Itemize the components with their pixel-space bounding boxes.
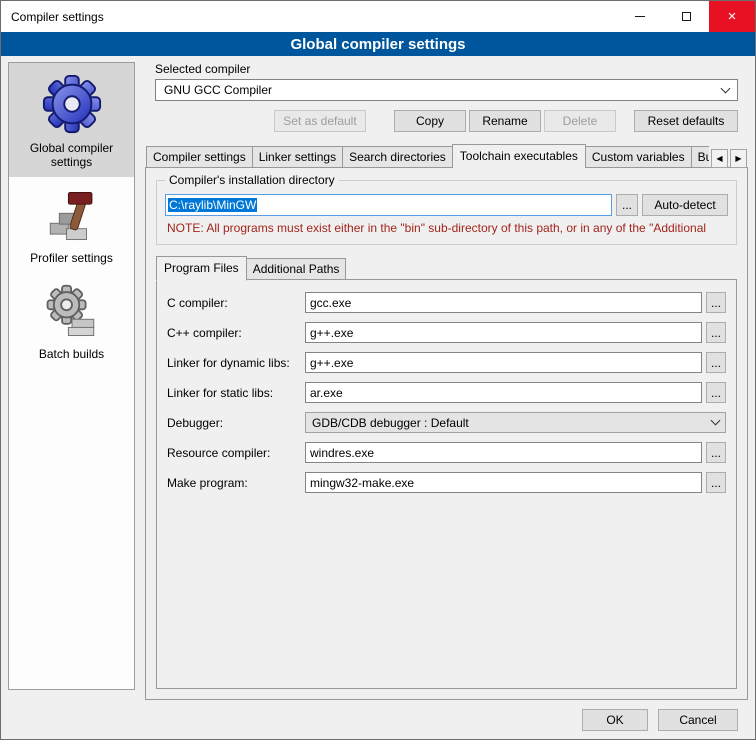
- title-bar: Compiler settings ×: [1, 1, 755, 32]
- dialog-footer: OK Cancel: [145, 709, 738, 731]
- chevron-down-icon: [721, 83, 731, 93]
- maximize-icon: [682, 12, 691, 21]
- executables-subtabs: Program Files Additional Paths: [156, 256, 747, 280]
- sidebar-item-batch-builds[interactable]: Batch builds: [9, 273, 134, 369]
- c-compiler-label: C compiler:: [167, 296, 301, 310]
- bin-subdirectory-note: NOTE: All programs must exist either in …: [167, 221, 728, 235]
- installation-directory-value: C:\raylib\MinGW: [168, 198, 257, 212]
- installation-directory-label: Compiler's installation directory: [165, 173, 339, 187]
- tabs-scroller: Compiler settings Linker settings Search…: [146, 144, 709, 168]
- toolchain-executables-page: Compiler's installation directory C:\ray…: [145, 167, 748, 700]
- tab-build-options[interactable]: Build options: [691, 146, 709, 168]
- cpp-compiler-label: C++ compiler:: [167, 326, 301, 340]
- form-row: Debugger: GDB/CDB debugger : Default: [167, 412, 726, 433]
- arrow-right-icon: ▶: [735, 154, 741, 163]
- tab-custom-variables[interactable]: Custom variables: [585, 146, 692, 168]
- ok-button[interactable]: OK: [582, 709, 648, 731]
- main-panel: Selected compiler GNU GCC Compiler Set a…: [145, 60, 748, 731]
- make-program-browse-button[interactable]: ...: [706, 472, 726, 493]
- subtab-additional-paths[interactable]: Additional Paths: [246, 258, 347, 280]
- resource-compiler-input[interactable]: [305, 442, 702, 463]
- compiler-settings-dialog: Compiler settings × Global compiler sett…: [0, 0, 756, 740]
- resource-compiler-label: Resource compiler:: [167, 446, 301, 460]
- cpp-compiler-browse-button[interactable]: ...: [706, 322, 726, 343]
- arrow-left-icon: ◀: [716, 154, 722, 163]
- static-linker-input[interactable]: [305, 382, 702, 403]
- program-files-page: C compiler: ... C++ compiler: ... Linker…: [156, 279, 737, 689]
- dialog-header: Global compiler settings: [1, 32, 755, 56]
- form-row: C++ compiler: ...: [167, 322, 726, 343]
- compiler-select-value: GNU GCC Compiler: [164, 83, 272, 97]
- c-compiler-browse-button[interactable]: ...: [706, 292, 726, 313]
- dynamic-linker-label: Linker for dynamic libs:: [167, 356, 301, 370]
- static-linker-browse-button[interactable]: ...: [706, 382, 726, 403]
- form-row: Linker for static libs: ...: [167, 382, 726, 403]
- set-as-default-button: Set as default: [274, 110, 366, 132]
- installation-directory-browse-button[interactable]: ...: [616, 194, 638, 216]
- minimize-button[interactable]: [617, 1, 663, 32]
- auto-detect-button[interactable]: Auto-detect: [642, 194, 728, 216]
- tab-toolchain-executables[interactable]: Toolchain executables: [452, 144, 586, 168]
- window-title: Compiler settings: [1, 10, 104, 24]
- sidebar-item-label: Batch builds: [39, 347, 104, 361]
- compiler-actions: Set as default Copy Rename Delete Reset …: [155, 110, 738, 132]
- form-row: Linker for dynamic libs: ...: [167, 352, 726, 373]
- form-row: C compiler: ...: [167, 292, 726, 313]
- debugger-select-value: GDB/CDB debugger : Default: [312, 416, 469, 430]
- debugger-label: Debugger:: [167, 416, 301, 430]
- rename-button[interactable]: Rename: [469, 110, 541, 132]
- tab-scroll-right-button[interactable]: ▶: [730, 149, 747, 168]
- form-row: Make program: ...: [167, 472, 726, 493]
- close-icon: ×: [728, 8, 737, 25]
- tab-scroll-left-button[interactable]: ◀: [711, 149, 728, 168]
- tab-compiler-settings[interactable]: Compiler settings: [146, 146, 253, 168]
- settings-tabs: Compiler settings Linker settings Search…: [146, 144, 747, 168]
- minimize-icon: [635, 16, 645, 17]
- close-button[interactable]: ×: [709, 1, 755, 32]
- sidebar-item-label: Global compiler settings: [13, 141, 130, 169]
- blue-gear-icon: [41, 73, 103, 135]
- sidebar-item-global-compiler-settings[interactable]: Global compiler settings: [9, 63, 134, 177]
- static-linker-label: Linker for static libs:: [167, 386, 301, 400]
- make-program-input[interactable]: [305, 472, 702, 493]
- dynamic-linker-browse-button[interactable]: ...: [706, 352, 726, 373]
- debugger-select[interactable]: GDB/CDB debugger : Default: [305, 412, 726, 433]
- cancel-button[interactable]: Cancel: [658, 709, 738, 731]
- dynamic-linker-input[interactable]: [305, 352, 702, 373]
- delete-button: Delete: [544, 110, 616, 132]
- form-row: Resource compiler: ...: [167, 442, 726, 463]
- gray-gears-icon: [43, 283, 101, 341]
- c-compiler-input[interactable]: [305, 292, 702, 313]
- profiler-hammer-icon: [43, 187, 101, 245]
- cpp-compiler-input[interactable]: [305, 322, 702, 343]
- maximize-button[interactable]: [663, 1, 709, 32]
- sidebar-item-profiler-settings[interactable]: Profiler settings: [9, 177, 134, 273]
- selected-compiler-label: Selected compiler: [155, 62, 748, 76]
- compiler-select[interactable]: GNU GCC Compiler: [155, 79, 738, 101]
- settings-category-list: Global compiler settings Profiler settin…: [8, 62, 135, 690]
- chevron-down-icon: [711, 416, 721, 426]
- installation-directory-input[interactable]: C:\raylib\MinGW: [165, 194, 612, 216]
- tab-search-directories[interactable]: Search directories: [342, 146, 453, 168]
- reset-defaults-button[interactable]: Reset defaults: [634, 110, 738, 132]
- tab-linker-settings[interactable]: Linker settings: [252, 146, 343, 168]
- make-program-label: Make program:: [167, 476, 301, 490]
- installation-directory-group: Compiler's installation directory C:\ray…: [156, 180, 737, 245]
- copy-button[interactable]: Copy: [394, 110, 466, 132]
- sidebar-item-label: Profiler settings: [30, 251, 113, 265]
- subtab-program-files[interactable]: Program Files: [156, 256, 247, 281]
- resource-compiler-browse-button[interactable]: ...: [706, 442, 726, 463]
